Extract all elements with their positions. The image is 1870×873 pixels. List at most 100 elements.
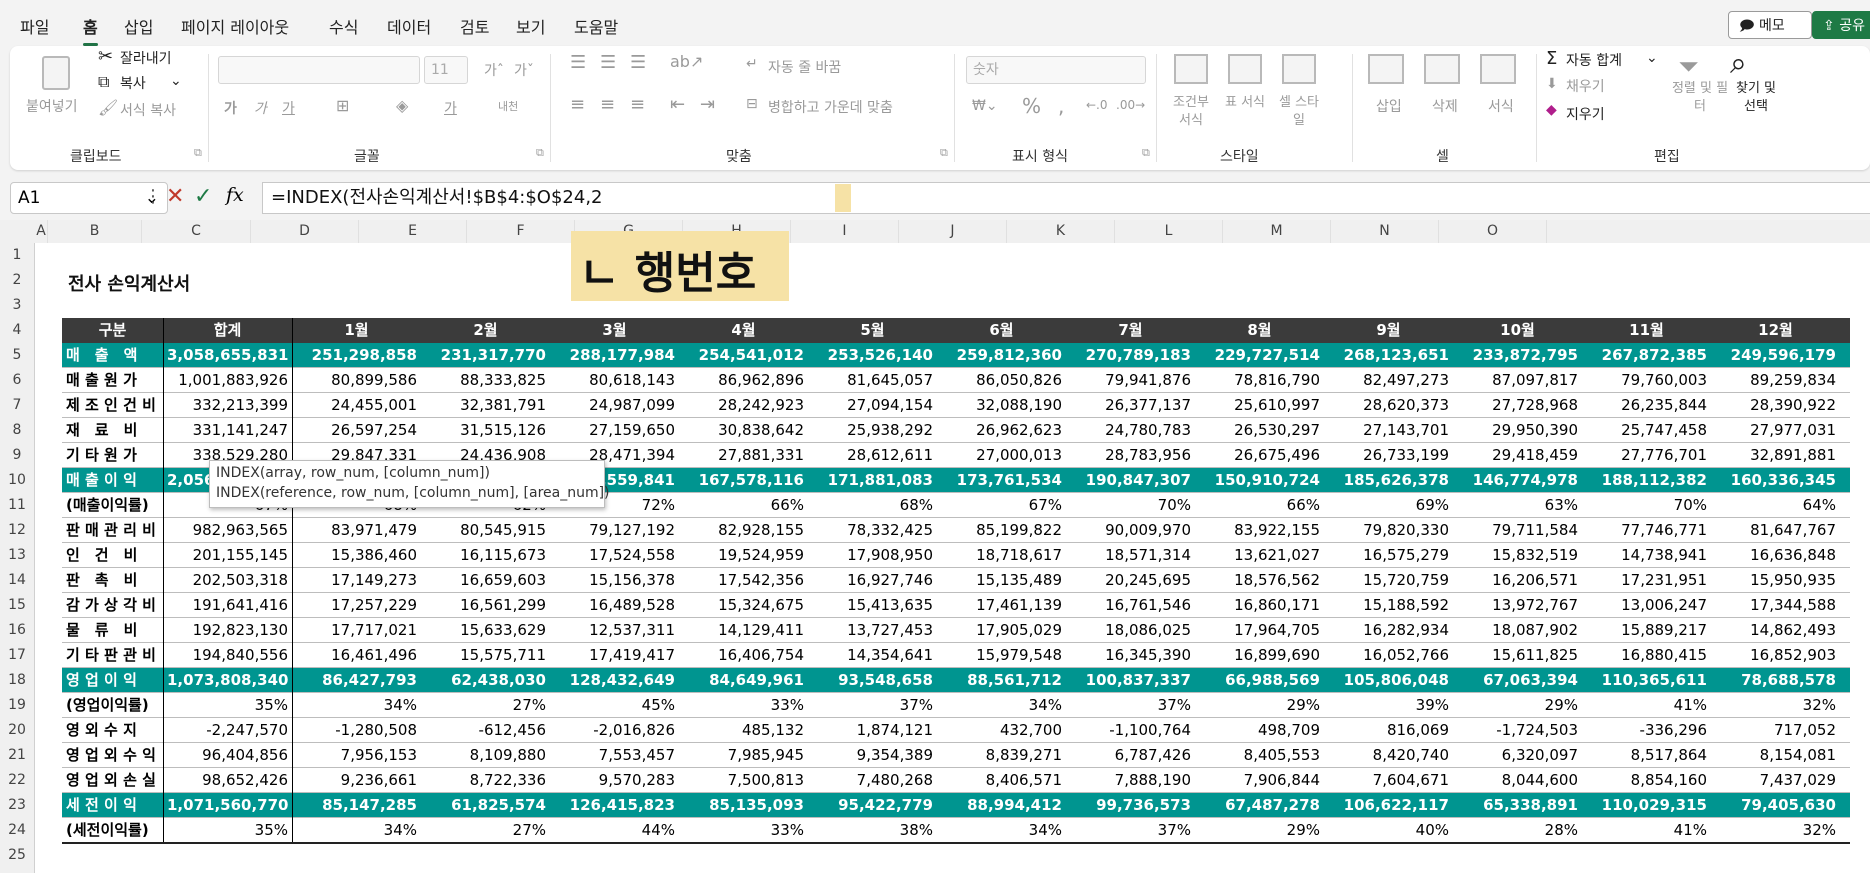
table-cell[interactable]: 15,720,759 (1324, 568, 1453, 593)
table-cell[interactable]: 78,688,578 (1711, 668, 1840, 693)
cancel-icon[interactable]: ✕ (166, 184, 184, 209)
dialog-launcher-icon[interactable]: ⧉ (1142, 146, 1150, 160)
table-cell[interactable]: 15,188,592 (1324, 593, 1453, 618)
table-cell[interactable]: 67,487,278 (1195, 793, 1324, 818)
table-cell[interactable]: 32% (1711, 818, 1840, 843)
align-right-icon[interactable]: ≡ (630, 94, 645, 115)
table-cell[interactable]: 25,938,292 (808, 418, 937, 443)
table-cell[interactable]: 88,333,825 (421, 368, 550, 393)
table-cell[interactable]: 432,700 (937, 718, 1066, 743)
table-cell[interactable]: 816,069 (1324, 718, 1453, 743)
row-header-23[interactable]: 23 (0, 793, 34, 818)
dialog-launcher-icon[interactable]: ⧉ (194, 146, 202, 160)
decrease-font-icon[interactable]: 가ˇ (514, 60, 534, 80)
row-header-2[interactable]: 2 (0, 268, 34, 293)
table-cell[interactable]: -2,247,570 (163, 718, 292, 743)
table-cell[interactable]: 16,345,390 (1066, 643, 1195, 668)
table-cell[interactable]: 717,052 (1711, 718, 1840, 743)
table-cell[interactable]: 40% (1324, 818, 1453, 843)
row-header-16[interactable]: 16 (0, 618, 34, 643)
table-cell[interactable]: 105,806,048 (1324, 668, 1453, 693)
paste-button[interactable]: 붙여넣기 (26, 96, 78, 116)
table-cell[interactable]: 251,298,858 (292, 343, 421, 368)
row-header-6[interactable]: 6 (0, 368, 34, 393)
table-cell[interactable]: 87,097,817 (1453, 368, 1582, 393)
table-cell[interactable]: 27,143,701 (1324, 418, 1453, 443)
row-header-9[interactable]: 9 (0, 443, 34, 468)
table-cell[interactable]: 78,332,425 (808, 518, 937, 543)
table-cell[interactable]: 17,542,356 (679, 568, 808, 593)
table-header-cell[interactable]: 12월 (1711, 318, 1840, 343)
table-cell[interactable]: 89,259,834 (1711, 368, 1840, 393)
table-cell[interactable]: 84,649,961 (679, 668, 808, 693)
table-cell[interactable]: 202,503,318 (163, 568, 292, 593)
table-cell[interactable]: 18,086,025 (1066, 618, 1195, 643)
table-cell[interactable]: -1,280,508 (292, 718, 421, 743)
table-cell[interactable]: 8,154,081 (1711, 743, 1840, 768)
table-cell[interactable]: 77,746,771 (1582, 518, 1711, 543)
orientation-icon[interactable]: ab↗ (670, 52, 703, 71)
table-cell[interactable]: 27% (421, 818, 550, 843)
table-header-cell[interactable]: 9월 (1324, 318, 1453, 343)
tab-data[interactable]: 데이터 (387, 14, 431, 38)
table-cell[interactable]: 20,245,695 (1066, 568, 1195, 593)
row-header-4[interactable]: 4 (0, 318, 34, 343)
table-header-cell[interactable]: 8월 (1195, 318, 1324, 343)
table-row-label[interactable]: 감 가 상 각 비 (62, 593, 163, 618)
table-cell[interactable]: 16,761,546 (1066, 593, 1195, 618)
column-header-n[interactable]: N (1331, 220, 1439, 243)
table-cell[interactable]: 28,620,373 (1324, 393, 1453, 418)
table-cell[interactable]: 80,545,915 (421, 518, 550, 543)
table-cell[interactable]: 8,109,880 (421, 743, 550, 768)
table-cell[interactable]: 31,515,126 (421, 418, 550, 443)
table-cell[interactable]: 192,823,130 (163, 618, 292, 643)
table-cell[interactable]: 79,820,330 (1324, 518, 1453, 543)
table-row-label[interactable]: 영 업 외 수 익 (62, 743, 163, 768)
table-cell[interactable]: 90,009,970 (1066, 518, 1195, 543)
table-cell[interactable]: 191,641,416 (163, 593, 292, 618)
table-cell[interactable]: 26,235,844 (1582, 393, 1711, 418)
table-cell[interactable]: 15,832,519 (1453, 543, 1582, 568)
table-cell[interactable]: 38% (808, 818, 937, 843)
table-cell[interactable]: 17,908,950 (808, 543, 937, 568)
table-cell[interactable]: 6,787,426 (1066, 743, 1195, 768)
table-cell[interactable]: 25,747,458 (1582, 418, 1711, 443)
table-cell[interactable]: 32% (1711, 693, 1840, 718)
table-cell[interactable]: 29% (1195, 693, 1324, 718)
table-cell[interactable]: 79,711,584 (1453, 518, 1582, 543)
table-cell[interactable]: 70% (1066, 493, 1195, 518)
confirm-icon[interactable]: ✓ (194, 184, 212, 209)
dialog-launcher-icon[interactable]: ⧉ (536, 146, 544, 160)
column-header-e[interactable]: E (359, 220, 467, 243)
table-row-label[interactable]: 기 타 판 관 비 (62, 643, 163, 668)
table-cell[interactable]: 67% (937, 493, 1066, 518)
tab-review[interactable]: 검토 (460, 14, 489, 38)
table-cell[interactable]: 188,112,382 (1582, 468, 1711, 493)
column-header-c[interactable]: C (142, 220, 251, 243)
insert-function-icon[interactable]: fx (226, 184, 244, 206)
table-cell[interactable]: 27,094,154 (808, 393, 937, 418)
table-cell[interactable]: 173,761,534 (937, 468, 1066, 493)
table-cell[interactable]: 167,578,116 (679, 468, 808, 493)
table-header-cell[interactable]: 구분 (62, 318, 163, 343)
table-cell[interactable]: 17,419,417 (550, 643, 679, 668)
align-center-icon[interactable]: ≡ (600, 94, 615, 115)
table-cell[interactable]: 150,910,724 (1195, 468, 1324, 493)
table-cell[interactable]: 83,971,479 (292, 518, 421, 543)
table-cell[interactable]: 13,621,027 (1195, 543, 1324, 568)
row-header-22[interactable]: 22 (0, 768, 34, 793)
table-row-label[interactable]: (세전이익률) (62, 818, 163, 843)
table-cell[interactable]: 27,977,031 (1711, 418, 1840, 443)
row-header-12[interactable]: 12 (0, 518, 34, 543)
table-cell[interactable]: 15,611,825 (1453, 643, 1582, 668)
align-top-icon[interactable]: ☰ (570, 52, 586, 73)
fill-color-icon[interactable]: ◈ (396, 96, 408, 115)
table-cell[interactable]: 26,597,254 (292, 418, 421, 443)
table-cell[interactable]: 37% (808, 693, 937, 718)
table-cell[interactable]: 1,073,808,340 (163, 668, 292, 693)
row-header-3[interactable]: 3 (0, 293, 34, 318)
table-cell[interactable]: 12,537,311 (550, 618, 679, 643)
table-cell[interactable]: 33% (679, 693, 808, 718)
table-cell[interactable]: 85,199,822 (937, 518, 1066, 543)
tab-insert[interactable]: 삽입 (124, 14, 153, 38)
